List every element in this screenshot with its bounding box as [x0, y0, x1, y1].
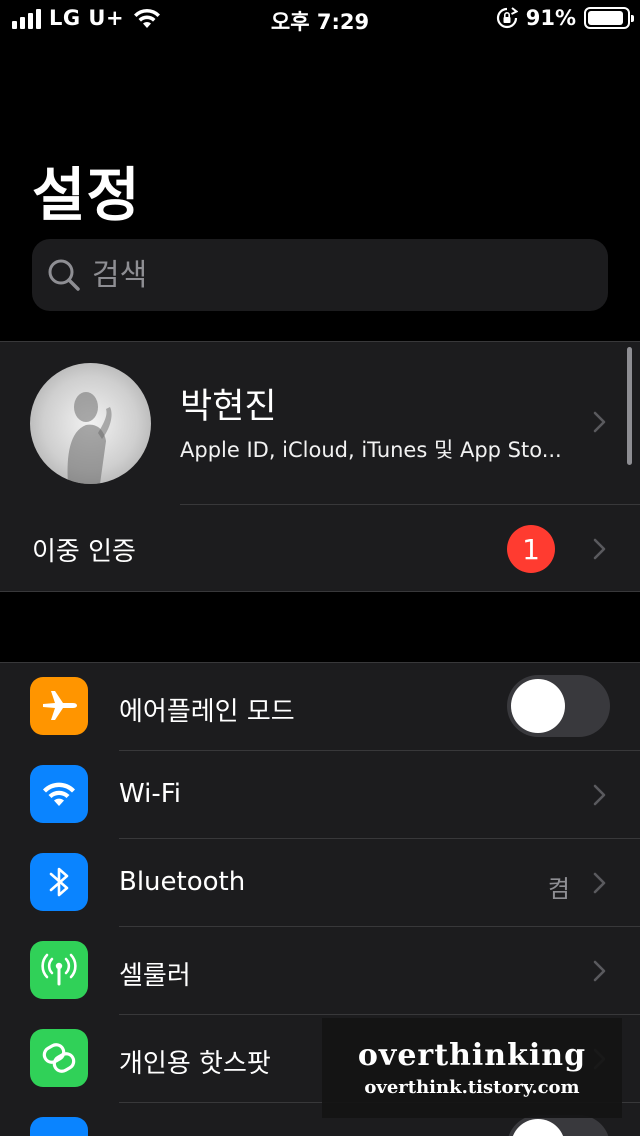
row-label: Wi-Fi [119, 779, 182, 809]
airplane-mode-toggle[interactable] [507, 675, 610, 737]
profile-name: 박현진 [180, 387, 277, 427]
app-icon [30, 1117, 88, 1136]
settings-row-cellular[interactable]: 셀룰러 [0, 927, 640, 1015]
bluetooth-status-value: 켬 [547, 875, 570, 903]
watermark: overthinking overthink.tistory.com [322, 1018, 622, 1118]
row-label: 셀룰러 [119, 961, 191, 991]
apple-id-row[interactable]: 박현진 Apple ID, iCloud, iTunes 및 App Sto..… [0, 342, 640, 504]
two-factor-row[interactable]: 이중 인증 1 [0, 505, 640, 593]
row-label: Bluetooth [119, 867, 246, 897]
watermark-url: overthink.tistory.com [364, 1077, 580, 1098]
two-factor-label: 이중 인증 [32, 537, 136, 567]
airplane-icon [30, 677, 88, 735]
avatar [30, 363, 151, 484]
notification-badge: 1 [507, 525, 555, 573]
antenna-icon [30, 941, 88, 999]
toggle-knob [511, 1119, 565, 1136]
settings-toggle[interactable] [507, 1115, 610, 1136]
search-bar[interactable] [32, 239, 608, 311]
wifi-icon [30, 765, 88, 823]
scroll-indicator[interactable] [627, 347, 632, 465]
rotation-lock-icon [496, 7, 518, 29]
search-icon [48, 259, 80, 291]
watermark-title: overthinking [357, 1038, 587, 1073]
chevron-right-icon [593, 960, 606, 982]
chevron-right-icon [593, 784, 606, 806]
settings-row-airplane-mode[interactable]: 에어플레인 모드 [0, 663, 640, 751]
chain-link-icon [30, 1029, 88, 1087]
search-input[interactable] [92, 257, 572, 293]
chevron-right-icon [593, 411, 606, 433]
avatar-silhouette [67, 392, 112, 484]
row-label: 에어플레인 모드 [119, 697, 295, 727]
page-title: 설정 [32, 161, 141, 229]
row-label: 개인용 핫스팟 [119, 1049, 271, 1079]
battery-level [588, 11, 623, 25]
status-bar: LG U+ 오후 7:29 91% [0, 0, 640, 40]
battery-icon [584, 7, 634, 29]
profile-group: 박현진 Apple ID, iCloud, iTunes 및 App Sto..… [0, 341, 640, 592]
chevron-right-icon [593, 872, 606, 894]
settings-row-bluetooth[interactable]: Bluetooth 켬 [0, 839, 640, 927]
battery-percent: 91% [525, 6, 576, 30]
status-bar-right: 91% [496, 6, 634, 30]
bluetooth-icon [30, 853, 88, 911]
settings-row-wifi[interactable]: Wi-Fi [0, 751, 640, 839]
chevron-right-icon [593, 538, 606, 560]
profile-subtitle: Apple ID, iCloud, iTunes 및 App Sto... [180, 438, 562, 462]
toggle-knob [511, 679, 565, 733]
